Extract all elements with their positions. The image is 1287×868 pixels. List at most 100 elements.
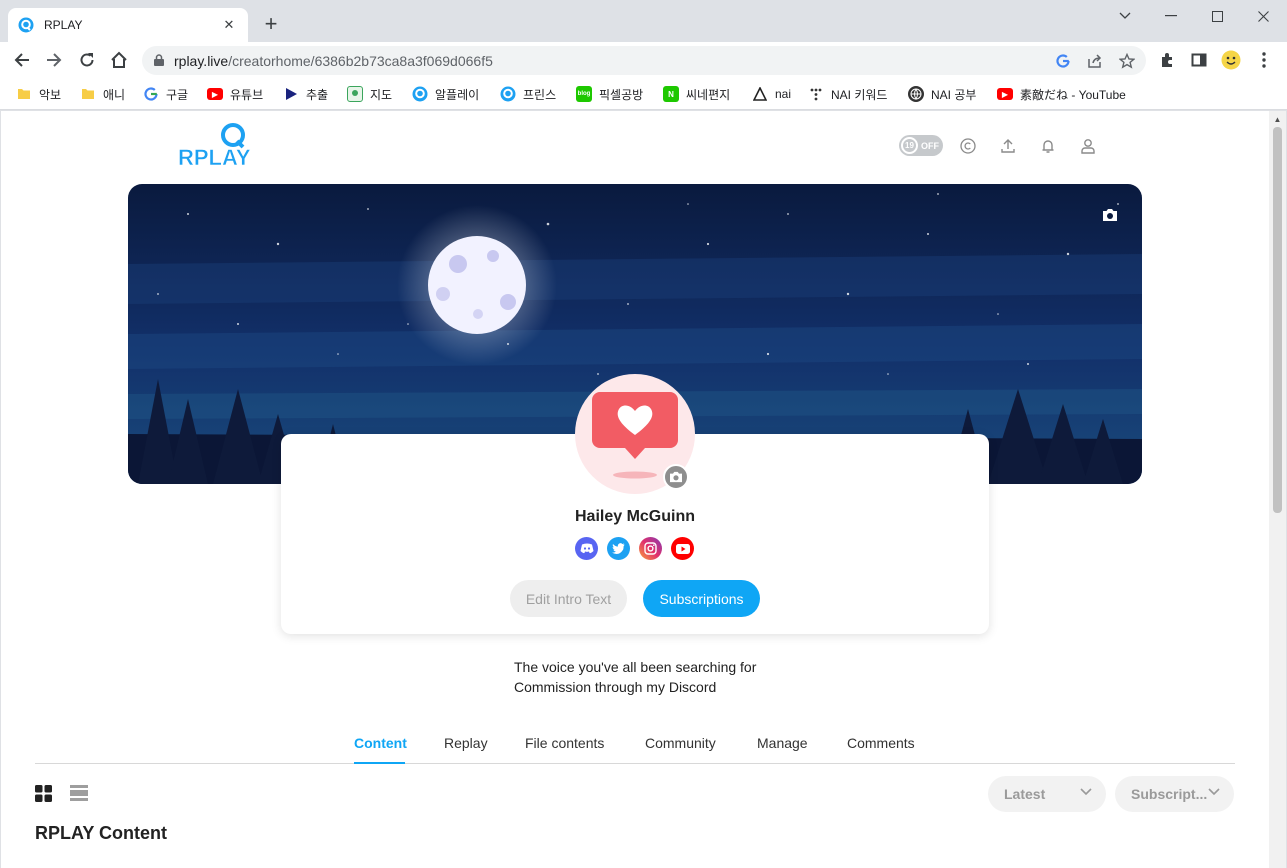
- more-menu-icon[interactable]: [1254, 50, 1274, 70]
- home-button[interactable]: [107, 48, 131, 72]
- bell-icon[interactable]: [1037, 135, 1059, 157]
- user-icon[interactable]: [1077, 135, 1099, 157]
- bookmark-item[interactable]: ▶ 素敵だね - YouTube: [997, 84, 1126, 104]
- adult-filter-toggle[interactable]: 19 OFF: [899, 135, 943, 156]
- bookmark-item[interactable]: ▶ 유튜브: [207, 84, 263, 104]
- copyright-icon[interactable]: [957, 135, 979, 157]
- map-icon: [347, 86, 363, 102]
- bookmark-item[interactable]: N 씨네편지: [663, 84, 730, 104]
- tab-file-contents[interactable]: File contents: [525, 735, 604, 751]
- bookmark-item[interactable]: 구글: [143, 84, 188, 104]
- scrollbar-thumb[interactable]: [1273, 127, 1282, 513]
- tab-title: RPLAY: [44, 18, 83, 32]
- edit-intro-button[interactable]: Edit Intro Text: [510, 580, 627, 617]
- sort-value: Latest: [1004, 786, 1046, 802]
- tab-community[interactable]: Community: [645, 735, 716, 751]
- tab-content[interactable]: Content: [354, 735, 407, 751]
- sort-dropdown[interactable]: Latest: [988, 776, 1106, 812]
- instagram-icon[interactable]: [639, 537, 662, 560]
- browser-tab[interactable]: RPLAY ✕: [8, 8, 248, 42]
- discord-icon[interactable]: [575, 537, 598, 560]
- minimize-button[interactable]: [1156, 4, 1186, 28]
- maximize-button[interactable]: [1202, 4, 1232, 28]
- browser-toolbar: rplay.live/creatorhome/6386b2b73ca8a3f06…: [0, 42, 1287, 78]
- nai-icon: [752, 86, 768, 102]
- google-translate-icon[interactable]: [1054, 52, 1072, 70]
- subscription-filter-dropdown[interactable]: Subscript...: [1115, 776, 1234, 812]
- adult-badge-state: OFF: [921, 140, 939, 151]
- dots-icon: [808, 86, 824, 102]
- bookmark-item[interactable]: NAI 키워드: [808, 84, 887, 104]
- rplay-logo[interactable]: RPLAY: [177, 123, 251, 170]
- rplay-icon: [500, 86, 516, 102]
- active-tab-indicator: [354, 762, 405, 764]
- youtube-icon: ▶: [207, 88, 223, 100]
- chevron-down-icon[interactable]: [1110, 4, 1140, 28]
- bookmark-item[interactable]: 애니: [80, 84, 125, 104]
- grid-view-icon[interactable]: [35, 785, 52, 802]
- upload-icon[interactable]: [997, 135, 1019, 157]
- blog-icon: blog: [576, 86, 592, 102]
- bookmark-item[interactable]: 추출: [283, 84, 328, 104]
- subscription-filter-value: Subscript...: [1131, 786, 1208, 802]
- bookmark-item[interactable]: 지도: [347, 84, 392, 104]
- youtube-icon[interactable]: [671, 537, 694, 560]
- avatar-camera-icon[interactable]: [663, 464, 689, 490]
- tab-replay[interactable]: Replay: [444, 735, 488, 751]
- close-window-button[interactable]: [1248, 4, 1278, 28]
- tab-manage[interactable]: Manage: [757, 735, 808, 751]
- page-scrollbar[interactable]: ▲: [1269, 111, 1286, 868]
- globe-icon: [908, 86, 924, 102]
- creator-name: Hailey McGuinn: [574, 508, 696, 525]
- intro-line: Commission through my Discord: [514, 679, 717, 695]
- url-text: rplay.live/creatorhome/6386b2b73ca8a3f06…: [174, 53, 493, 69]
- social-links: [575, 537, 694, 560]
- home-icon: [111, 51, 127, 68]
- play-icon: [283, 86, 299, 102]
- page-viewport: RPLAY 19 OFF Hailey McGuinn Edit Intro T…: [1, 111, 1269, 868]
- bookmark-item[interactable]: NAI 공부: [908, 84, 976, 104]
- youtube-icon: ▶: [997, 88, 1013, 100]
- bookmark-item[interactable]: 프린스: [500, 84, 556, 104]
- folder-icon: [80, 86, 96, 102]
- chevron-down-icon: [1208, 788, 1220, 796]
- subscriptions-button[interactable]: Subscriptions: [643, 580, 760, 617]
- bookmark-item[interactable]: nai: [752, 84, 791, 104]
- bookmarks-bar: 악보 애니 구글 ▶ 유튜브 추출 지도 알플레이 프린스 blog 픽셀공방 N씨…: [0, 78, 1287, 110]
- adult-badge-number: 19: [901, 137, 918, 154]
- naver-icon: N: [663, 86, 679, 102]
- svg-text:RPLAY: RPLAY: [178, 145, 251, 169]
- folder-icon: [16, 86, 32, 102]
- arrow-right-icon: [47, 53, 62, 67]
- side-panel-icon[interactable]: [1189, 50, 1209, 70]
- content-tabs: Content Replay File contents Community M…: [35, 731, 1235, 764]
- share-icon[interactable]: [1086, 52, 1104, 70]
- bookmark-item[interactable]: 알플레이: [412, 84, 479, 104]
- reload-icon: [80, 53, 94, 67]
- intro-line: The voice you've all been searching for: [514, 659, 757, 675]
- chevron-down-icon: [1080, 788, 1092, 796]
- tab-close-icon[interactable]: ✕: [220, 16, 238, 34]
- arrow-left-icon: [14, 53, 29, 67]
- scroll-up-icon[interactable]: ▲: [1273, 115, 1282, 124]
- back-button[interactable]: [10, 48, 34, 72]
- profile-avatar[interactable]: [1221, 50, 1241, 70]
- list-view-icon[interactable]: [70, 785, 88, 801]
- bookmark-item[interactable]: blog 픽셀공방: [576, 84, 643, 104]
- tab-comments[interactable]: Comments: [847, 735, 915, 751]
- rplay-icon: [412, 86, 428, 102]
- twitter-icon[interactable]: [607, 537, 630, 560]
- section-title: RPLAY Content: [35, 823, 168, 843]
- google-icon: [143, 86, 159, 102]
- address-bar[interactable]: rplay.live/creatorhome/6386b2b73ca8a3f06…: [142, 46, 1146, 75]
- rplay-favicon-icon: [18, 17, 34, 33]
- bookmark-star-icon[interactable]: [1118, 52, 1136, 70]
- reload-button[interactable]: [75, 48, 99, 72]
- banner-camera-icon[interactable]: [1102, 208, 1118, 222]
- browser-tabstrip: RPLAY ✕ +: [0, 0, 1287, 42]
- forward-button[interactable]: [42, 48, 66, 72]
- new-tab-button[interactable]: +: [260, 13, 282, 36]
- intro-text: The voice you've all been searching for …: [514, 657, 756, 697]
- extensions-icon[interactable]: [1157, 50, 1177, 70]
- bookmark-item[interactable]: 악보: [16, 84, 61, 104]
